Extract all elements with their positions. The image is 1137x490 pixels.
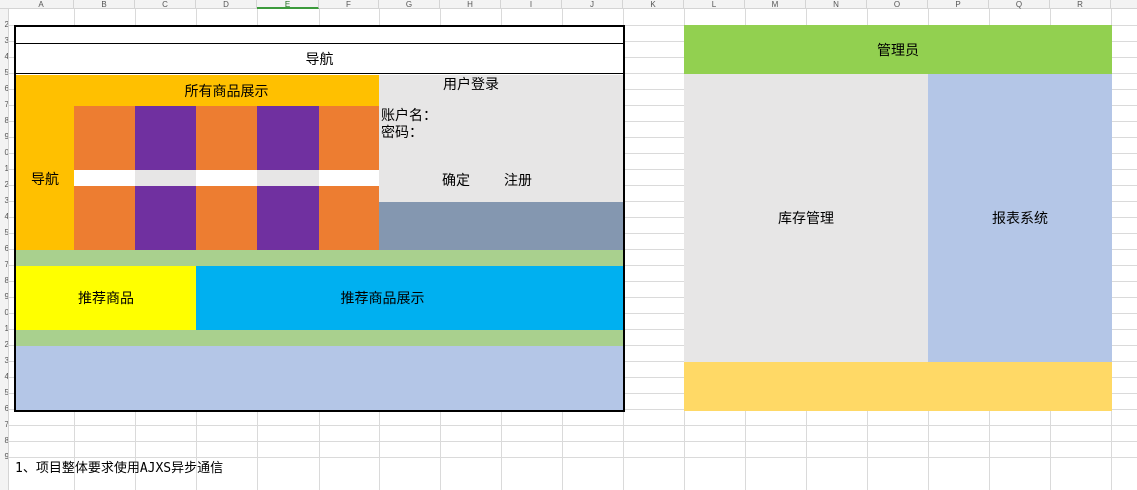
column-header-g[interactable]: G [379,0,440,9]
row-header-label[interactable]: 3 [0,353,8,369]
column-header-m[interactable]: M [745,0,806,9]
login-footer-block [379,202,623,250]
column-header-e[interactable]: E [257,0,319,9]
requirement-note: 1、项目整体要求使用AJXS异步通信 [15,461,224,476]
tile-separator [74,170,379,186]
grid-hline [9,425,1137,426]
login-title-cell: 用户登录 [379,75,563,93]
row-header-label[interactable]: 7 [0,97,8,113]
product-tile [257,106,319,170]
row-header-bar: 2345678901234567890123456789 [0,9,9,490]
row-header-label[interactable]: 5 [0,385,8,401]
row-header-label[interactable]: 9 [0,449,8,465]
column-header-bar: ABCDEFGHIJKLMNOPQR [0,0,1137,9]
login-title: 用户登录 [443,76,499,92]
account-label: 账户名： [381,107,437,123]
password-label: 密码： [381,124,423,140]
row-header-label[interactable]: 4 [0,49,8,65]
register-button-label: 注册 [504,172,532,188]
product-tile [196,186,257,250]
admin-title-block: 管理员 [684,25,1112,74]
row-header-label[interactable]: 2 [0,337,8,353]
product-tile [257,186,319,250]
top-nav-label: 导航 [305,50,334,67]
column-header-k[interactable]: K [623,0,684,9]
row-header-label[interactable]: 3 [0,33,8,49]
product-tile [319,186,379,250]
confirm-button[interactable]: 确定 [440,171,472,189]
product-tile [74,106,135,170]
product-tile [196,106,257,170]
row-header-label[interactable]: 9 [0,129,8,145]
column-header-l[interactable]: L [684,0,745,9]
admin-footer-block [684,362,1112,411]
register-button[interactable]: 注册 [500,171,536,189]
row-header-label[interactable]: 6 [0,401,8,417]
product-tile [74,186,135,250]
inventory-block: 库存管理 [684,74,928,362]
column-header-n[interactable]: N [806,0,867,9]
row-header-label[interactable]: 4 [0,369,8,385]
all-products-title: 所有商品展示 [74,75,379,106]
recommend-display: 推荐商品展示 [340,290,425,306]
row-header-label[interactable]: 7 [0,417,8,433]
row-header-label[interactable]: 2 [0,177,8,193]
inventory-label: 库存管理 [778,210,834,226]
row-header-label[interactable]: 2 [0,17,8,33]
row-header-label[interactable]: 5 [0,225,8,241]
column-header-f[interactable]: F [319,0,379,9]
column-header-r[interactable]: R [1050,0,1111,9]
column-header-d[interactable]: D [196,0,257,9]
grid-hline [9,457,1137,458]
row-header-label[interactable]: 3 [0,193,8,209]
column-header-h[interactable]: H [440,0,501,9]
column-header-j[interactable]: J [562,0,623,9]
footer-block [16,346,623,410]
row-header-label[interactable]: 8 [0,113,8,129]
column-header-q[interactable]: Q [989,0,1050,9]
side-nav-label: 导航 [31,171,59,187]
row-header-label[interactable]: 5 [0,65,8,81]
row-header-label[interactable]: 1 [0,161,8,177]
product-tile [135,106,196,170]
side-nav-label-cell: 导航 [16,170,74,188]
column-header-i[interactable]: I [501,0,562,9]
row-header-label[interactable]: 7 [0,257,8,273]
column-header-a[interactable]: A [9,0,74,9]
row-header-label[interactable]: 4 [0,209,8,225]
tile-separator-shade [257,170,319,186]
column-header-b[interactable]: B [74,0,135,9]
row-header-label[interactable]: 8 [0,433,8,449]
tile-separator-shade [135,170,196,186]
column-header-o[interactable]: O [867,0,928,9]
report-block: 报表系统 [928,74,1112,362]
row-header-label[interactable]: 1 [0,321,8,337]
confirm-button-label: 确定 [442,172,470,188]
grid-hline [9,441,1137,442]
admin-title: 管理员 [877,41,919,58]
row-header-label[interactable]: 6 [0,241,8,257]
row-header-label[interactable]: 0 [0,305,8,321]
column-header-p[interactable]: P [928,0,989,9]
product-tile [319,106,379,170]
separator-bar [16,330,623,346]
recommend-label: 推荐商品 [78,290,134,306]
row-header-label[interactable]: 0 [0,145,8,161]
recommend-label-block: 推荐商品 [16,266,196,330]
side-nav-block [16,75,74,250]
all-products-title-text: 所有商品展示 [184,82,269,99]
top-nav-block: 导航 [16,43,623,74]
column-header-c[interactable]: C [135,0,196,9]
report-label: 报表系统 [992,210,1048,226]
separator-bar [16,250,623,266]
product-tile [135,186,196,250]
recommend-display-block: 推荐商品展示 [196,266,623,330]
row-header-label[interactable]: 8 [0,273,8,289]
row-header-label[interactable]: 6 [0,81,8,97]
row-header-label[interactable]: 9 [0,289,8,305]
